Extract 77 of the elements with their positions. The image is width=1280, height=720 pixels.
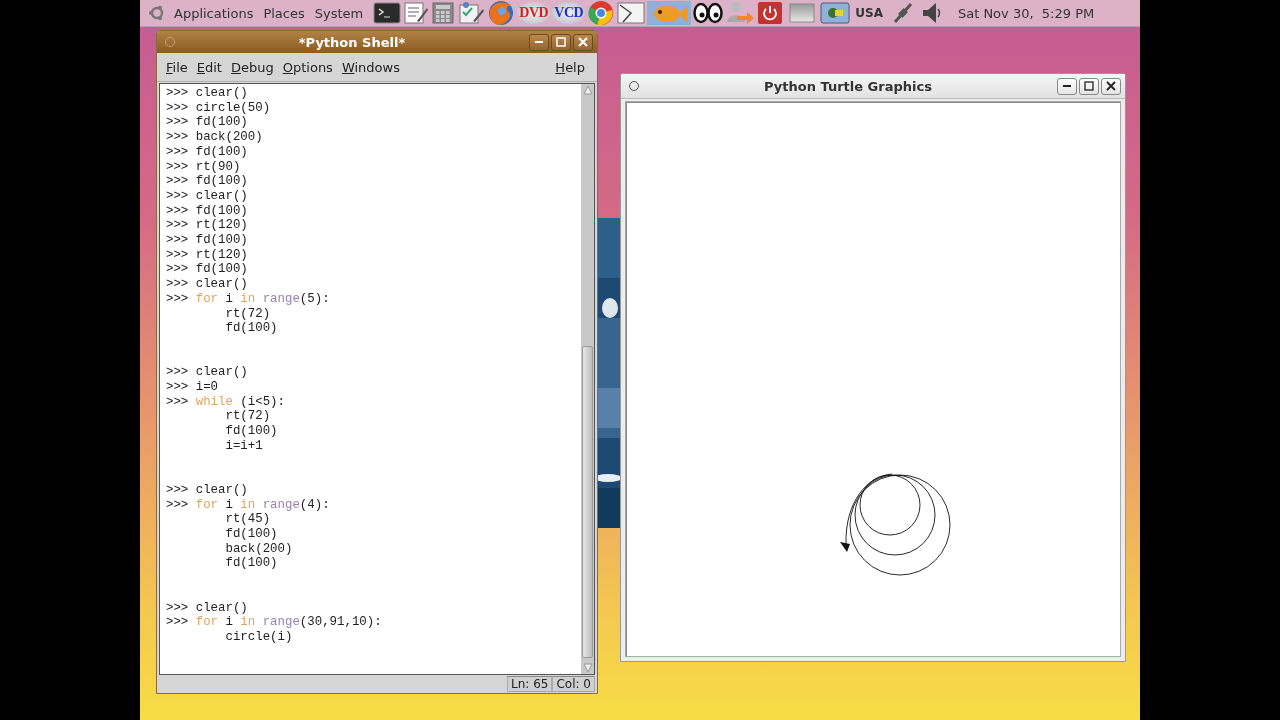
shell-text-area[interactable] (160, 84, 581, 674)
maximize-icon (556, 37, 566, 47)
code-line: >>> circle(50) (166, 100, 271, 116)
maximize-button[interactable] (1079, 77, 1099, 95)
code-line: >>> while (i<5): (166, 394, 285, 410)
code-line: rt(72) (224, 306, 271, 322)
code-line: back(200) (224, 541, 293, 557)
menu-item[interactable]: Edit (193, 59, 228, 75)
code-line: >>> back(200) (166, 130, 263, 145)
code-line: rt(72) (224, 409, 271, 425)
minimize-icon (535, 41, 543, 43)
code-line: >>> clear() (166, 188, 248, 204)
code-line: >>> fd(100) (166, 115, 248, 131)
power-icon[interactable] (757, 1, 784, 25)
terminal-icon[interactable] (373, 2, 402, 24)
line-number-status: Ln: 65 (507, 676, 553, 692)
user-switch-icon[interactable] (725, 0, 756, 26)
menu-item[interactable]: Windows (338, 59, 406, 75)
disc-icon[interactable]: VCD (552, 2, 586, 24)
panel-menu[interactable]: Places (263, 5, 305, 21)
window-title: Python Turtle Graphics (763, 78, 933, 94)
network-plug-icon[interactable] (891, 2, 914, 24)
code-line: >>> fd(100) (166, 174, 248, 189)
code-line: >>> rt(90) (166, 159, 241, 175)
checklist-icon[interactable] (457, 2, 486, 24)
close-button[interactable] (573, 33, 593, 51)
code-line: fd(100) (224, 321, 278, 336)
menu-item[interactable]: Help (552, 59, 591, 75)
code-line: >>> rt(120) (166, 247, 248, 263)
close-button[interactable] (1101, 77, 1121, 95)
workspace-switcher-icon[interactable] (789, 2, 816, 24)
keyboard-layout-indicator[interactable]: USA (855, 6, 883, 20)
close-icon (1106, 81, 1116, 91)
code-line: >>> clear() (166, 86, 248, 101)
browser-icon[interactable] (587, 0, 616, 26)
clock[interactable]: Sat Nov 30, 5:29 PM (957, 5, 1095, 21)
code-line: >>> fd(100) (166, 233, 248, 248)
text-editor-icon[interactable] (403, 2, 430, 24)
code-line: i=i+1 (224, 438, 263, 454)
minimize-button[interactable] (529, 33, 549, 51)
maximize-button[interactable] (551, 33, 571, 51)
code-line: >>> for i in range(5): (166, 291, 330, 307)
drawing-icon[interactable] (617, 2, 646, 24)
browser-globe-icon[interactable] (487, 0, 516, 26)
close-icon (578, 37, 588, 47)
minimize-button[interactable] (1057, 77, 1077, 95)
code-line: circle(i) (224, 629, 293, 645)
disc-icon[interactable]: DVD (517, 2, 551, 24)
code-line: >>> clear() (166, 599, 248, 616)
code-line: >>> for i in range(4): (166, 497, 330, 513)
menu-item[interactable]: Options (279, 59, 339, 75)
code-line: >>> fd(100) (166, 144, 248, 160)
code-line: >>> for i in range(30,91,10): (166, 615, 382, 630)
code-line: >>> i=0 (166, 380, 219, 395)
code-line: >>> fd(100) (166, 203, 248, 219)
menu-logo-icon[interactable] (148, 4, 166, 22)
panel-menu[interactable]: Applications (174, 5, 254, 21)
scroll-thumb[interactable] (582, 346, 593, 658)
menu-item[interactable]: Debug (227, 59, 280, 75)
panel-menu[interactable]: System (314, 5, 364, 21)
code-line: rt(45) (224, 512, 271, 528)
minimize-icon (1063, 85, 1071, 87)
code-line: fd(100) (224, 424, 278, 439)
column-number-status: Col: 0 (552, 676, 595, 692)
code-line: fd(100) (224, 556, 278, 572)
menu-item[interactable]: File (163, 59, 194, 75)
code-line: >>> clear() (166, 364, 248, 381)
code-line: >>> rt(120) (166, 218, 248, 234)
scrollbar[interactable] (581, 84, 594, 674)
code-line: >>> clear() (166, 277, 248, 292)
code-line: >>> fd(100) (166, 262, 248, 278)
window-title: *Python Shell* (297, 34, 407, 50)
code-line: >>> clear() (166, 481, 248, 498)
network-monitor-icon[interactable] (820, 1, 851, 25)
maximize-icon (1084, 81, 1094, 91)
eyes-icon[interactable] (693, 2, 724, 24)
code-line: fd(100) (224, 527, 278, 542)
